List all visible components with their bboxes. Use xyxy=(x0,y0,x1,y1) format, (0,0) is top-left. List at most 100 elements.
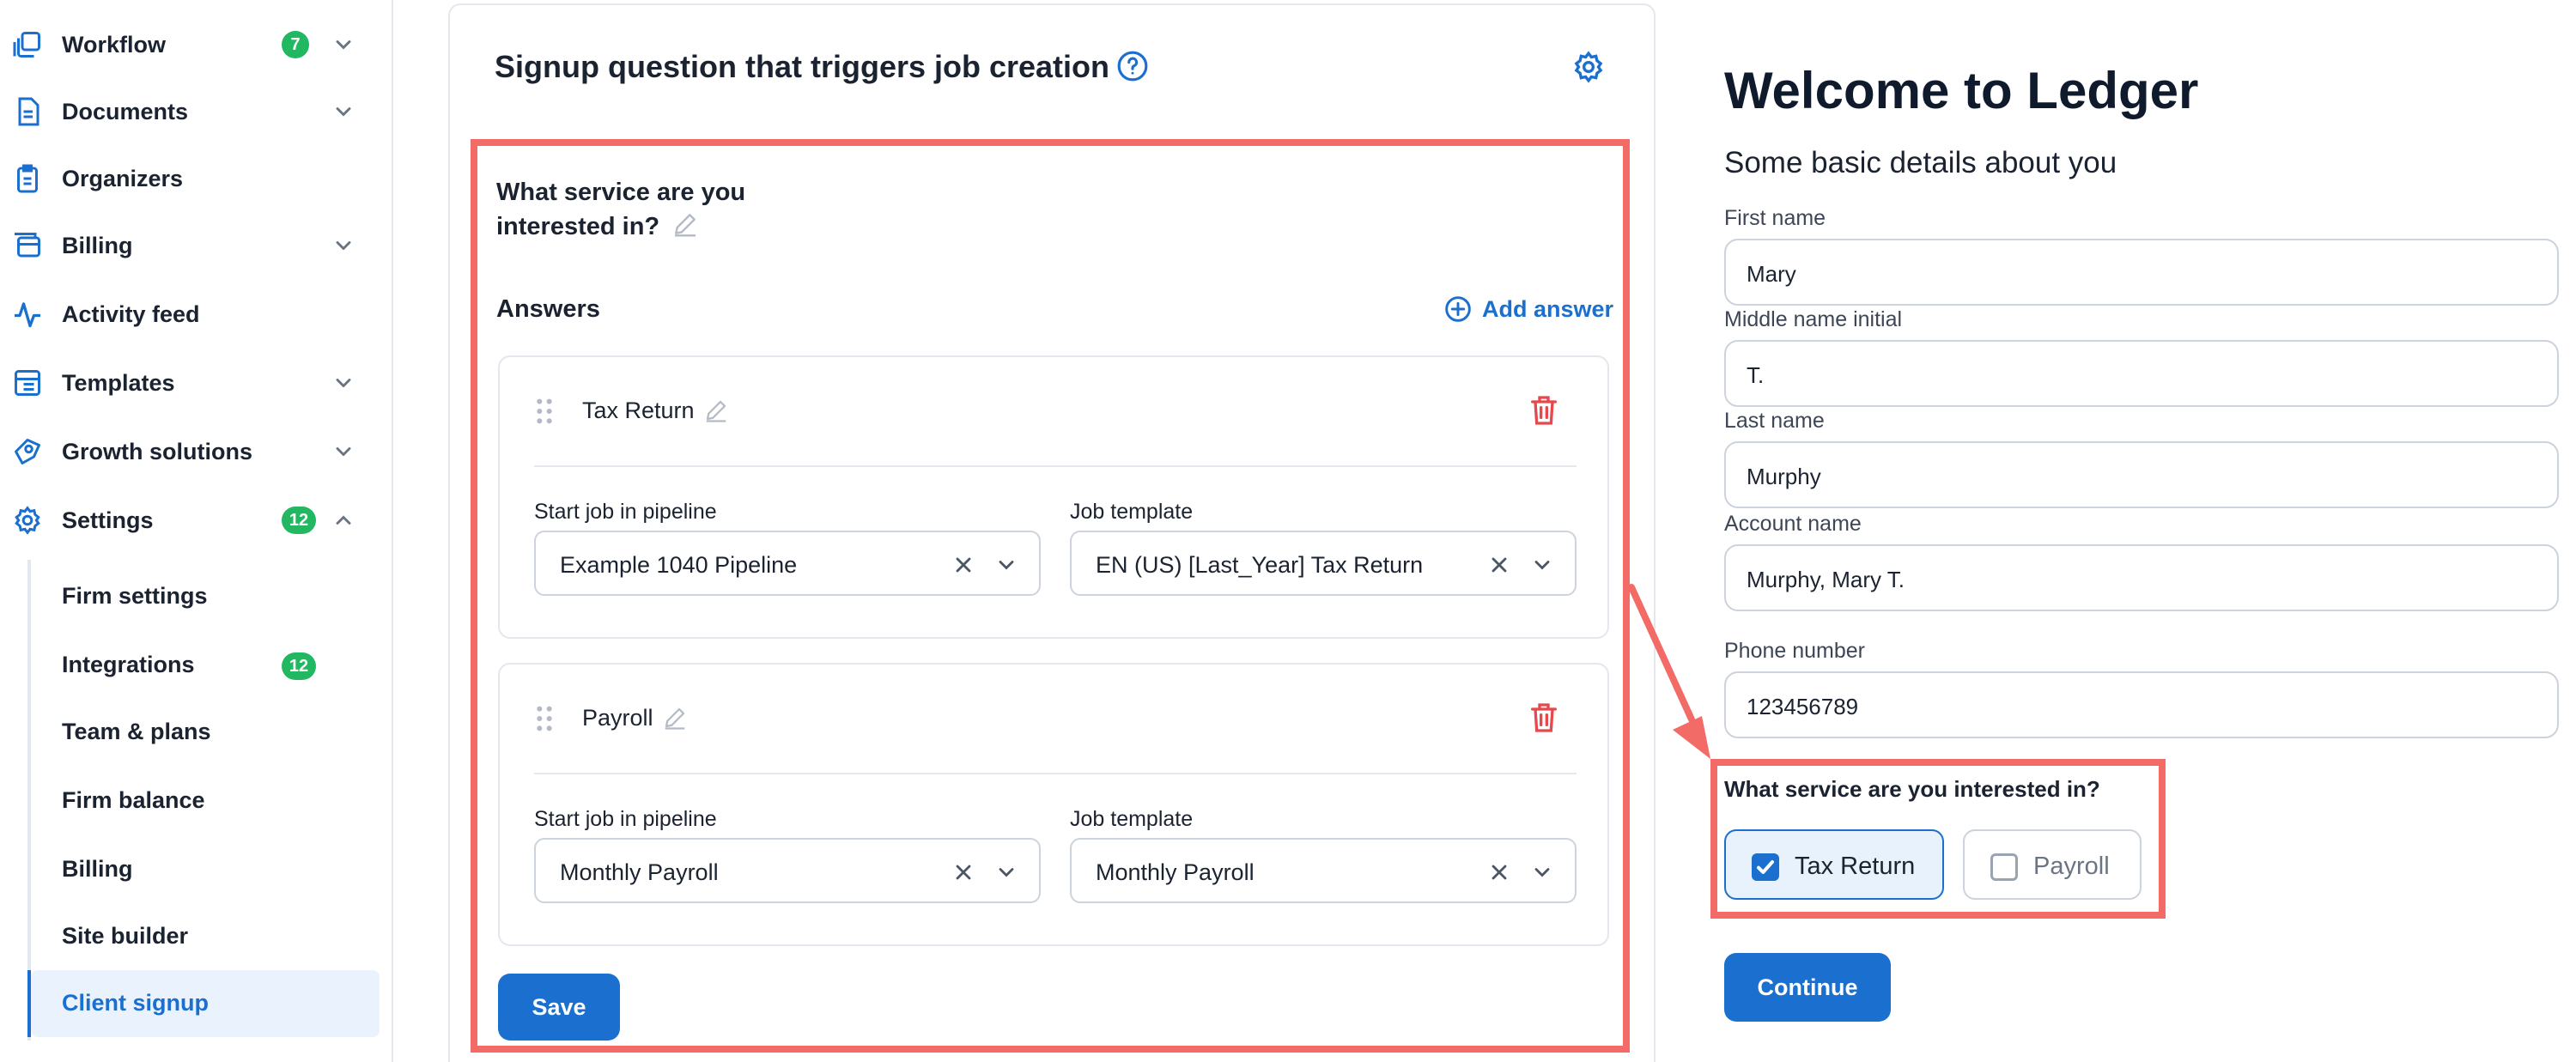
sidebar-subitem-client-signup[interactable]: Client signup xyxy=(27,970,380,1037)
sidebar-item-growth-solutions[interactable]: Growth solutions xyxy=(0,424,393,479)
service-question: What service are you interested in? xyxy=(1724,776,2100,802)
sidebar-item-workflow[interactable]: Workflow 7 xyxy=(0,17,393,72)
sidebar-subitem-label: Client signup xyxy=(62,990,209,1016)
phone-number-label: Phone number xyxy=(1724,639,1866,663)
chevron-down-icon[interactable] xyxy=(331,33,355,57)
chevron-up-icon[interactable] xyxy=(331,508,355,532)
pipeline-select[interactable]: Monthly Payroll xyxy=(534,838,1041,903)
signup-subtitle: Some basic details about you xyxy=(1724,146,2117,179)
chevron-down-icon[interactable] xyxy=(1530,553,1554,577)
sidebar-subitem-site-builder[interactable]: Site builder xyxy=(31,903,380,970)
sidebar-subitem-label: Team & plans xyxy=(62,719,211,744)
drag-handle-icon[interactable] xyxy=(534,397,555,426)
active-indicator xyxy=(27,970,31,1037)
sidebar-item-documents[interactable]: Documents xyxy=(0,84,393,139)
chevron-down-icon[interactable] xyxy=(331,440,355,464)
clear-icon[interactable] xyxy=(1487,860,1511,884)
answer-card: Tax Return Start job in pipeline Job tem… xyxy=(498,355,1609,639)
sidebar-subitem-firm-balance[interactable]: Firm balance xyxy=(31,768,380,834)
add-answer-label: Add answer xyxy=(1482,295,1614,322)
checkbox-unchecked[interactable] xyxy=(1990,853,2018,881)
signup-title: Welcome to Ledger xyxy=(1724,62,2199,119)
field-value: T. xyxy=(1747,362,1765,388)
chevron-down-icon[interactable] xyxy=(994,860,1018,884)
phone-number-field[interactable]: 123456789 xyxy=(1724,671,2559,738)
option-tax-return[interactable]: Tax Return xyxy=(1724,829,1944,900)
sidebar-item-organizers[interactable]: Organizers xyxy=(0,151,393,206)
sidebar-subitem-label: Site builder xyxy=(62,923,189,949)
last-name-field[interactable]: Murphy xyxy=(1724,441,2559,508)
sidebar-item-label: Workflow xyxy=(62,32,166,58)
sidebar-subitem-billing[interactable]: Billing xyxy=(31,836,380,903)
count-badge: 7 xyxy=(282,31,309,58)
help-icon[interactable] xyxy=(1116,50,1149,82)
chevron-down-icon[interactable] xyxy=(994,553,1018,577)
sidebar-subitem-integrations[interactable]: Integrations 12 xyxy=(31,632,380,699)
sidebar-item-templates[interactable]: Templates xyxy=(0,355,393,410)
trash-icon[interactable] xyxy=(1527,393,1561,428)
documents-icon xyxy=(12,96,43,127)
clear-icon[interactable] xyxy=(951,553,975,577)
settings-gear-icon xyxy=(12,505,43,536)
sidebar-item-settings[interactable]: Settings 12 xyxy=(0,493,393,548)
drag-handle-icon[interactable] xyxy=(534,704,555,733)
pencil-icon[interactable] xyxy=(671,210,699,238)
card-title: Signup question that triggers job creati… xyxy=(495,49,1110,84)
clear-icon[interactable] xyxy=(951,860,975,884)
last-name-label: Last name xyxy=(1724,409,1825,433)
chevron-down-icon[interactable] xyxy=(331,234,355,258)
select-value: Monthly Payroll xyxy=(560,859,719,885)
option-payroll[interactable]: Payroll xyxy=(1963,829,2142,900)
chevron-down-icon[interactable] xyxy=(331,100,355,124)
checkbox-checked[interactable] xyxy=(1752,853,1779,881)
template-select[interactable]: Monthly Payroll xyxy=(1070,838,1577,903)
pencil-icon[interactable] xyxy=(703,397,729,423)
field-value: Murphy, Mary T. xyxy=(1747,567,1905,592)
sidebar-item-label: Organizers xyxy=(62,166,184,191)
sidebar-item-label: Growth solutions xyxy=(62,439,252,464)
answer-name-label: Payroll xyxy=(582,705,653,731)
gear-icon[interactable] xyxy=(1571,50,1606,84)
divider xyxy=(534,773,1577,774)
sidebar-item-label: Settings xyxy=(62,507,154,533)
continue-button[interactable]: Continue xyxy=(1724,953,1891,1022)
answer-name: Payroll xyxy=(582,702,688,733)
growth-icon xyxy=(12,436,43,467)
select-value: EN (US) [Last_Year] Tax Return xyxy=(1096,552,1424,578)
sidebar: Workflow 7 Documents Organizers Billing xyxy=(0,0,393,1062)
chevron-down-icon[interactable] xyxy=(331,371,355,395)
divider xyxy=(534,465,1577,467)
organizers-icon xyxy=(12,163,43,194)
field-value: Murphy xyxy=(1747,464,1821,489)
select-value: Monthly Payroll xyxy=(1096,859,1255,885)
sidebar-subitem-firm-settings[interactable]: Firm settings xyxy=(31,563,380,630)
sidebar-item-activity-feed[interactable]: Activity feed xyxy=(0,287,393,342)
pipeline-select[interactable]: Example 1040 Pipeline xyxy=(534,531,1041,596)
question-label: What service are you interested in? xyxy=(496,179,746,240)
pipeline-label: Start job in pipeline xyxy=(534,807,717,831)
template-select[interactable]: EN (US) [Last_Year] Tax Return xyxy=(1070,531,1577,596)
plus-circle-icon xyxy=(1445,296,1471,322)
select-value: Example 1040 Pipeline xyxy=(560,552,798,578)
sidebar-item-billing[interactable]: Billing xyxy=(0,218,393,273)
answer-card: Payroll Start job in pipeline Job templa… xyxy=(498,663,1609,946)
clear-icon[interactable] xyxy=(1487,553,1511,577)
add-answer-button[interactable]: Add answer xyxy=(1444,292,1613,326)
sidebar-item-label: Templates xyxy=(62,370,175,396)
account-name-label: Account name xyxy=(1724,512,1862,536)
sidebar-subitem-team-plans[interactable]: Team & plans xyxy=(31,699,380,766)
question-text: What service are you interested in? xyxy=(496,175,857,244)
count-badge: 12 xyxy=(282,507,316,534)
save-button[interactable]: Save xyxy=(498,974,620,1041)
sidebar-subitem-label: Integrations xyxy=(62,652,195,677)
trash-icon[interactable] xyxy=(1527,701,1561,735)
pencil-icon[interactable] xyxy=(662,705,688,731)
first-name-field[interactable]: Mary xyxy=(1724,239,2559,306)
middle-initial-field[interactable]: T. xyxy=(1724,340,2559,407)
option-label: Tax Return xyxy=(1795,853,1916,880)
account-name-field[interactable]: Murphy, Mary T. xyxy=(1724,544,2559,611)
sidebar-item-label: Documents xyxy=(62,99,189,124)
chevron-down-icon[interactable] xyxy=(1530,860,1554,884)
templates-icon xyxy=(12,367,43,398)
sidebar-item-label: Activity feed xyxy=(62,301,200,327)
